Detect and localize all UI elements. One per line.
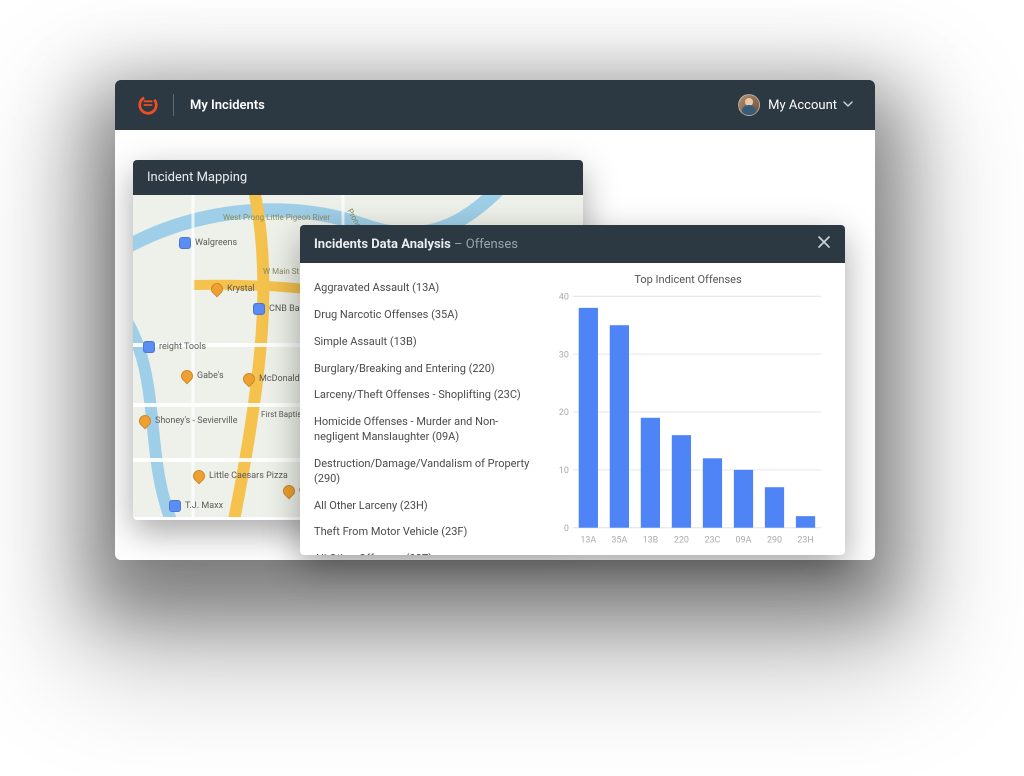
account-label: My Account: [768, 98, 837, 113]
brand-logo-icon: [137, 94, 159, 116]
map-label-main: W Main St: [263, 267, 299, 276]
close-button[interactable]: [817, 235, 831, 253]
account-menu[interactable]: My Account: [738, 94, 853, 116]
topbar: My Incidents My Account: [115, 80, 875, 130]
bar-23C[interactable]: [703, 458, 722, 527]
map-poi[interactable]: Krystal: [211, 283, 255, 295]
map-poi[interactable]: Walgreens: [179, 237, 237, 249]
offense-item[interactable]: Aggravated Assault (13A): [314, 275, 537, 302]
offense-list: Aggravated Assault (13A)Drug Narcotic Of…: [300, 263, 545, 555]
page-title: My Incidents: [190, 98, 265, 113]
store-pin-icon: [179, 237, 191, 249]
store-pin-icon: [179, 368, 196, 385]
incidents-analysis-card: Incidents Data Analysis – Offenses Aggra…: [300, 225, 845, 555]
offense-item[interactable]: Drug Narcotic Offenses (35A): [314, 302, 537, 329]
app-window: My Incidents My Account Incident Mapping: [115, 80, 875, 560]
map-poi[interactable]: reight Tools: [143, 341, 206, 353]
svg-text:13A: 13A: [580, 534, 596, 545]
offense-item[interactable]: Destruction/Damage/Vandalism of Property…: [314, 451, 537, 493]
svg-text:0: 0: [564, 523, 569, 534]
bar-09A[interactable]: [734, 470, 753, 528]
analysis-title-main: Incidents Data Analysis: [314, 237, 451, 252]
incident-mapping-header: Incident Mapping: [133, 160, 583, 195]
bar-23H[interactable]: [796, 516, 815, 528]
offense-item[interactable]: Homicide Offenses - Murder and Non-negli…: [314, 409, 537, 451]
map-poi[interactable]: Little Caesars Pizza: [193, 470, 288, 482]
svg-text:10: 10: [559, 465, 569, 476]
svg-text:23C: 23C: [705, 534, 721, 545]
offense-item[interactable]: Simple Assault (13B): [314, 329, 537, 356]
offense-item[interactable]: All Other Offenses (90Z): [314, 546, 537, 555]
map-poi[interactable]: Shoney's - Sevierville: [139, 415, 237, 427]
map-poi[interactable]: T.J. Maxx: [169, 500, 223, 512]
bank-pin-icon: [253, 303, 265, 315]
map-poi[interactable]: McDonald's: [243, 373, 306, 385]
bar-13B[interactable]: [641, 418, 660, 528]
food-pin-icon: [281, 483, 298, 500]
store-pin-icon: [169, 500, 181, 512]
offense-item[interactable]: Theft From Motor Vehicle (23F): [314, 519, 537, 546]
food-pin-icon: [209, 281, 226, 298]
offense-item[interactable]: Burglary/Breaking and Entering (220): [314, 356, 537, 383]
bar-35A[interactable]: [610, 325, 629, 528]
bar-chart: 0 10 20 30 40 13A 35A 13B 220 23C 09A 290 23H: [549, 292, 827, 547]
svg-text:20: 20: [559, 407, 569, 418]
svg-text:23H: 23H: [797, 534, 813, 545]
svg-text:35A: 35A: [611, 534, 627, 545]
topbar-divider: [173, 94, 174, 116]
svg-text:13B: 13B: [643, 534, 659, 545]
bar-220[interactable]: [672, 435, 691, 528]
incidents-analysis-header: Incidents Data Analysis – Offenses: [300, 225, 845, 263]
incident-mapping-title: Incident Mapping: [147, 170, 247, 185]
chevron-down-icon: [843, 98, 853, 113]
chart-panel: Top Indicent Offenses 0 10 20 30 40 13A 35A 13B…: [545, 263, 845, 555]
food-pin-icon: [191, 468, 208, 485]
bar-13A[interactable]: [579, 308, 598, 528]
close-icon: [817, 235, 831, 249]
avatar: [738, 94, 760, 116]
svg-text:290: 290: [767, 534, 782, 545]
bar-290[interactable]: [765, 487, 784, 528]
food-pin-icon: [241, 371, 258, 388]
svg-text:220: 220: [674, 534, 689, 545]
map-label-river: West Prong Little Pigeon River: [223, 213, 330, 222]
offense-item[interactable]: All Other Larceny (23H): [314, 493, 537, 520]
offense-item[interactable]: Larceny/Theft Offenses - Shoplifting (23…: [314, 382, 537, 409]
svg-text:40: 40: [559, 292, 569, 303]
svg-text:09A: 09A: [736, 534, 752, 545]
map-poi[interactable]: Gabe's: [181, 370, 224, 382]
chart-title: Top Indicent Offenses: [549, 273, 827, 286]
svg-text:30: 30: [559, 349, 569, 360]
store-pin-icon: [143, 341, 155, 353]
analysis-title-sub: Offenses: [466, 237, 518, 252]
food-pin-icon: [137, 413, 154, 430]
